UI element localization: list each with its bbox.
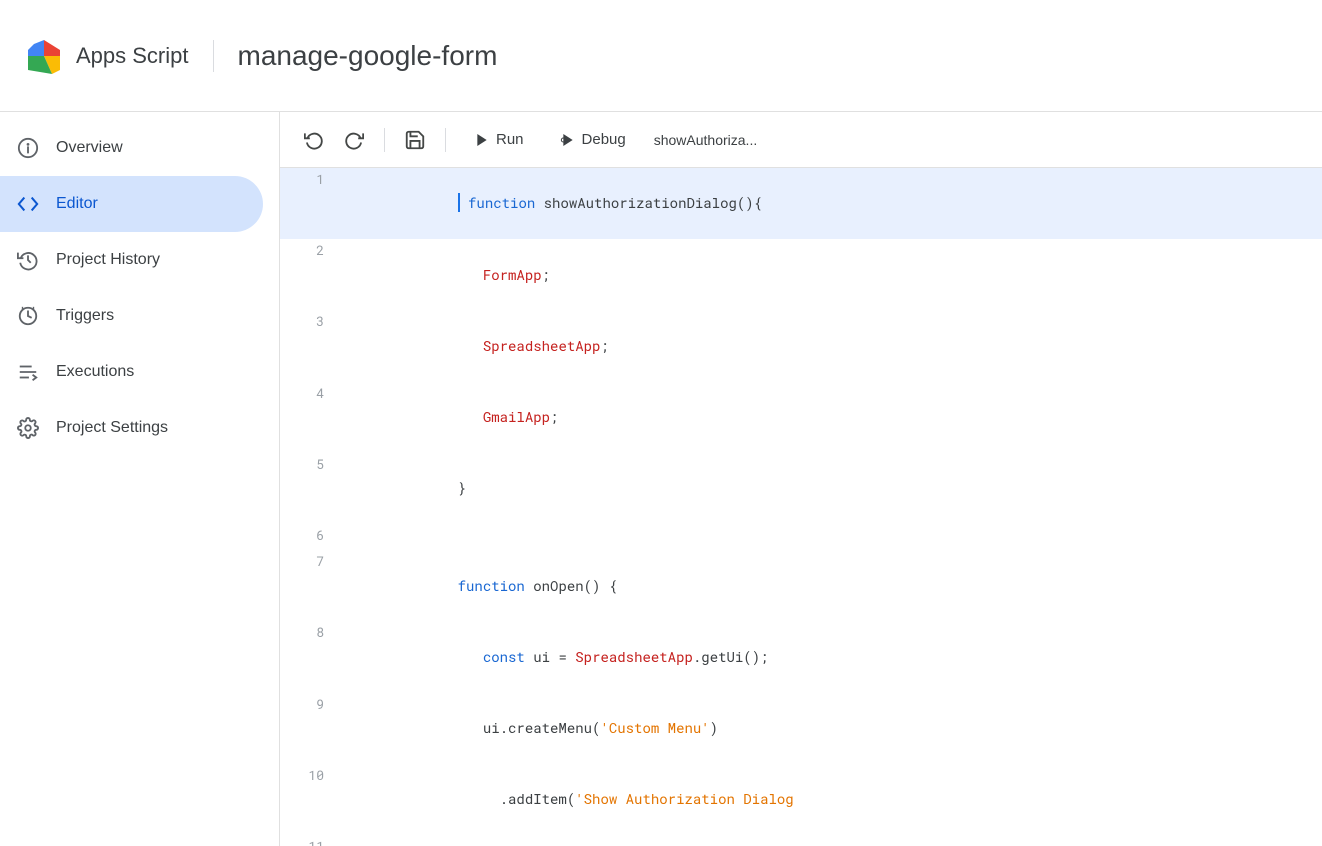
triggers-icon xyxy=(16,304,40,328)
settings-icon xyxy=(16,416,40,440)
line-number-3: 3 xyxy=(280,310,340,381)
history-icon xyxy=(16,248,40,272)
editor-area: Run Debug showAuthoriza... 1 f xyxy=(280,112,1322,846)
sidebar-item-editor[interactable]: Editor xyxy=(0,176,263,232)
line-number-5: 5 xyxy=(280,453,340,524)
apps-script-logo-icon xyxy=(24,36,64,76)
toolbar-divider-2 xyxy=(445,128,446,152)
code-line-9: 9 ui.createMenu('Custom Menu') xyxy=(280,693,1322,764)
function-selector[interactable]: showAuthoriza... xyxy=(654,132,758,148)
line-content-9[interactable]: ui.createMenu('Custom Menu') xyxy=(340,693,1322,764)
project-name: manage-google-form xyxy=(238,40,498,72)
line-content-4[interactable]: GmailApp; xyxy=(340,382,1322,453)
code-editor[interactable]: 1 function showAuthorizationDialog(){ 2 … xyxy=(280,168,1322,846)
line-number-7: 7 xyxy=(280,550,340,621)
toolbar: Run Debug showAuthoriza... xyxy=(280,112,1322,168)
debug-button[interactable]: Debug xyxy=(544,123,642,156)
run-button[interactable]: Run xyxy=(458,123,540,156)
line-content-11[interactable]: .addSeparator() xyxy=(340,835,1322,846)
sidebar-item-executions-label: Executions xyxy=(56,363,134,381)
line-number-1: 1 xyxy=(280,168,340,239)
executions-icon xyxy=(16,360,40,384)
debug-label: Debug xyxy=(582,131,626,148)
line-content-2[interactable]: FormApp; xyxy=(340,239,1322,310)
sidebar-item-editor-label: Editor xyxy=(56,195,98,213)
toolbar-divider-1 xyxy=(384,128,385,152)
code-line-6: 6 xyxy=(280,524,1322,550)
line-content-3[interactable]: SpreadsheetApp; xyxy=(340,310,1322,381)
line-number-4: 4 xyxy=(280,382,340,453)
sidebar-item-project-settings[interactable]: Project Settings xyxy=(0,400,263,456)
line-content-7[interactable]: function onOpen() { xyxy=(340,550,1322,621)
code-line-8: 8 const ui = SpreadsheetApp.getUi(); xyxy=(280,621,1322,692)
sidebar-item-settings-label: Project Settings xyxy=(56,419,168,437)
line-content-6[interactable] xyxy=(340,524,1322,550)
code-icon xyxy=(16,192,40,216)
code-line-7: 7 function onOpen() { xyxy=(280,550,1322,621)
code-line-1: 1 function showAuthorizationDialog(){ xyxy=(280,168,1322,239)
line-content-5[interactable]: } xyxy=(340,453,1322,524)
sidebar-item-overview[interactable]: Overview xyxy=(0,120,263,176)
header-divider xyxy=(213,40,214,72)
app-name: Apps Script xyxy=(76,43,189,69)
line-number-11: 11 xyxy=(280,835,340,846)
sidebar-item-executions[interactable]: Executions xyxy=(0,344,263,400)
header: Apps Script manage-google-form xyxy=(0,0,1322,112)
save-button[interactable] xyxy=(397,122,433,158)
line-number-9: 9 xyxy=(280,693,340,764)
code-line-3: 3 SpreadsheetApp; xyxy=(280,310,1322,381)
logo[interactable]: Apps Script xyxy=(24,36,189,76)
sidebar-item-triggers-label: Triggers xyxy=(56,307,114,325)
line-content-8[interactable]: const ui = SpreadsheetApp.getUi(); xyxy=(340,621,1322,692)
code-line-10: 10 .addItem('Show Authorization Dialog xyxy=(280,764,1322,835)
line-number-2: 2 xyxy=(280,239,340,310)
sidebar-item-history-label: Project History xyxy=(56,251,160,269)
code-line-11: 11 .addSeparator() xyxy=(280,835,1322,846)
run-label: Run xyxy=(496,131,524,148)
line-number-8: 8 xyxy=(280,621,340,692)
sidebar-item-project-history[interactable]: Project History xyxy=(0,232,263,288)
code-line-5: 5 } xyxy=(280,453,1322,524)
info-icon xyxy=(16,136,40,160)
code-line-2: 2 FormApp; xyxy=(280,239,1322,310)
code-line-4: 4 GmailApp; xyxy=(280,382,1322,453)
line-content-10[interactable]: .addItem('Show Authorization Dialog xyxy=(340,764,1322,835)
redo-button[interactable] xyxy=(336,122,372,158)
line-number-10: 10 xyxy=(280,764,340,835)
sidebar-item-triggers[interactable]: Triggers xyxy=(0,288,263,344)
code-table: 1 function showAuthorizationDialog(){ 2 … xyxy=(280,168,1322,846)
sidebar: Overview Editor Project History xyxy=(0,112,280,846)
undo-button[interactable] xyxy=(296,122,332,158)
line-content-1[interactable]: function showAuthorizationDialog(){ xyxy=(340,168,1322,239)
sidebar-item-overview-label: Overview xyxy=(56,139,123,157)
main-layout: Overview Editor Project History xyxy=(0,112,1322,846)
line-number-6: 6 xyxy=(280,524,340,550)
